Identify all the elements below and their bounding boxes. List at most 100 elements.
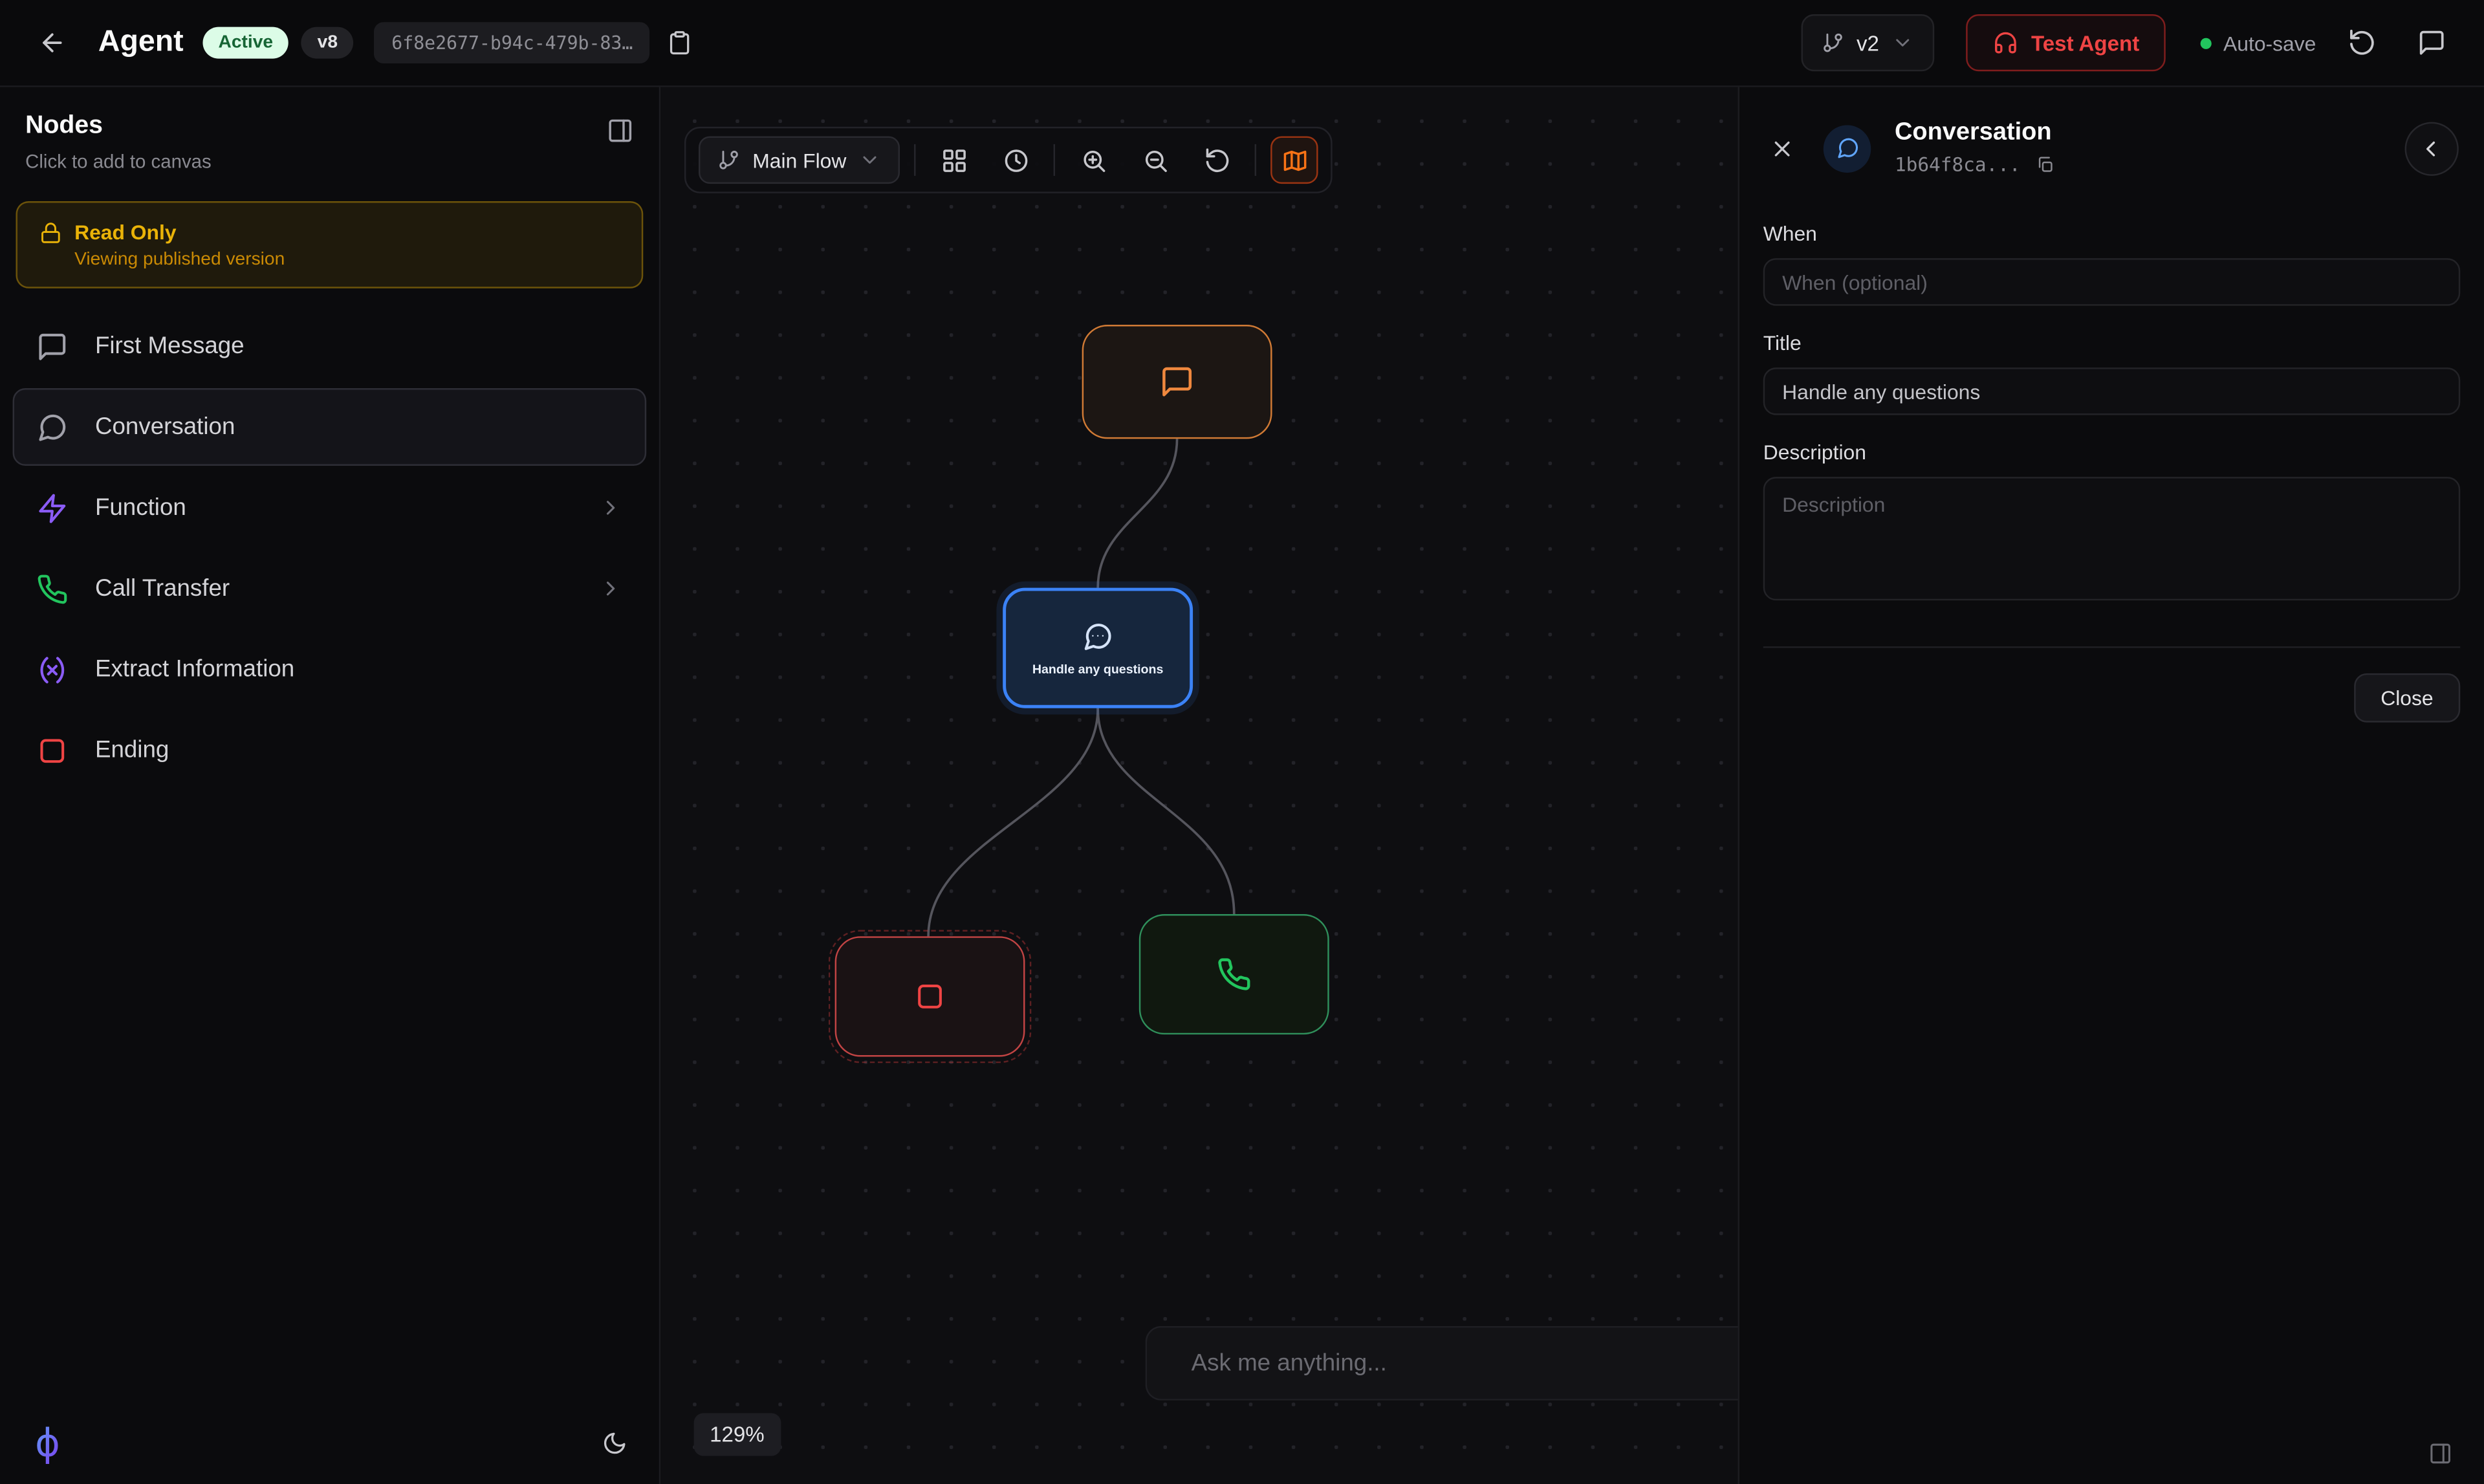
- panel-title-group: Conversation 1b64f8ca...: [1895, 119, 2058, 178]
- headphones-icon: [1993, 30, 2018, 56]
- node-call-transfer[interactable]: [1139, 914, 1329, 1034]
- chevron-down-icon: [859, 149, 881, 171]
- sidebar-item-extract-information[interactable]: Extract Information: [13, 631, 647, 708]
- lock-icon: [39, 221, 61, 243]
- node-config-panel: Conversation 1b64f8ca...: [1738, 87, 2484, 1484]
- message-square-icon: [2417, 28, 2446, 57]
- copy-id-button[interactable]: [657, 19, 704, 66]
- sidebar-header: Nodes Click to add to canvas: [0, 87, 659, 182]
- status-badge: Active: [202, 27, 289, 59]
- close-button[interactable]: Close: [2354, 673, 2461, 723]
- message-circle-icon: [36, 411, 68, 443]
- main-area: Nodes Click to add to canvas Read Only V…: [0, 87, 2484, 1484]
- toolbar-divider: [1255, 144, 1256, 176]
- chat-button[interactable]: [2408, 19, 2455, 66]
- sidebar-item-label: Extract Information: [95, 656, 623, 683]
- zoom-in-icon: [1080, 147, 1107, 174]
- sidebar-footer: ϕ: [0, 1405, 659, 1484]
- toolbar-divider: [915, 144, 916, 176]
- sidebar-item-first-message[interactable]: First Message: [13, 307, 647, 385]
- svg-text:ϕ: ϕ: [35, 1421, 60, 1465]
- map-icon: [1281, 147, 1309, 174]
- square-icon: [36, 734, 68, 766]
- version-badge: v8: [301, 27, 353, 59]
- flow-canvas[interactable]: Main Flow: [660, 87, 1738, 1484]
- autosave-label: Auto-save: [2223, 31, 2316, 55]
- readonly-subtitle: Viewing published version: [74, 250, 619, 269]
- node-conversation-selected[interactable]: Handle any questions: [1003, 588, 1193, 708]
- history-button[interactable]: [992, 136, 1040, 184]
- minimap-toggle-button[interactable]: [1271, 136, 1318, 184]
- rotate-ccw-icon: [2348, 28, 2376, 57]
- sidebar-item-label: Function: [95, 494, 572, 521]
- edge-conversation-to-call: [1098, 708, 1234, 914]
- test-agent-label: Test Agent: [2031, 31, 2139, 55]
- topbar: Agent Active v8 6f8e2677-b94c-479b-83… v…: [0, 0, 2484, 87]
- sidebar-item-label: Conversation: [95, 413, 623, 441]
- sidebar-item-label: First Message: [95, 333, 623, 360]
- zoom-out-icon: [1142, 147, 1169, 174]
- flow-selector[interactable]: Main Flow: [699, 136, 900, 184]
- sidebar-collapse-button[interactable]: [602, 113, 637, 147]
- page-title: Agent: [98, 25, 184, 60]
- sidebar-item-conversation[interactable]: Conversation: [13, 388, 647, 466]
- sidebar-item-label: Call Transfer: [95, 575, 572, 602]
- phone-icon: [1217, 957, 1252, 992]
- undo-button[interactable]: [2338, 19, 2386, 66]
- description-label: Description: [1763, 441, 2461, 464]
- sidebar-title: Nodes: [25, 113, 633, 141]
- panel-collapse-button[interactable]: [2405, 121, 2459, 175]
- readonly-title: Read Only: [74, 220, 176, 244]
- readonly-banner: Read Only Viewing published version: [16, 201, 643, 289]
- reset-view-button[interactable]: [1193, 136, 1241, 184]
- zoom-in-button[interactable]: [1070, 136, 1117, 184]
- clipboard-icon: [668, 30, 693, 56]
- back-button[interactable]: [28, 19, 76, 66]
- zoom-out-button[interactable]: [1131, 136, 1179, 184]
- node-first-message[interactable]: [1082, 325, 1272, 439]
- description-input[interactable]: [1763, 477, 2461, 600]
- panel-close-icon-button[interactable]: [1765, 131, 1800, 166]
- topbar-right: v2 Test Agent Auto-save: [1801, 14, 2456, 71]
- when-input[interactable]: [1763, 258, 2461, 305]
- autosave-status-dot: [2201, 38, 2212, 49]
- node-ending[interactable]: [835, 936, 1025, 1056]
- message-square-icon: [1160, 364, 1195, 399]
- ask-anything-input[interactable]: [1192, 1350, 1703, 1377]
- rotate-ccw-icon: [1204, 147, 1231, 174]
- phone-icon: [36, 573, 68, 604]
- flow-edges: [660, 87, 1738, 1484]
- node-title: Handle any questions: [1032, 661, 1164, 675]
- sidebar-item-function[interactable]: Function: [13, 469, 647, 547]
- sidebar-item-call-transfer[interactable]: Call Transfer: [13, 550, 647, 627]
- message-square-icon: [36, 331, 68, 362]
- toolbar-divider: [1054, 144, 1055, 176]
- flow-version-selector[interactable]: v2: [1801, 14, 1934, 71]
- panel-title: Conversation: [1895, 119, 2058, 147]
- moon-icon: [602, 1430, 627, 1456]
- git-branch-icon: [1822, 32, 1844, 54]
- ask-anything-bar: [1146, 1326, 1738, 1401]
- theme-toggle-button[interactable]: [596, 1424, 634, 1463]
- square-icon: [914, 981, 946, 1012]
- test-agent-button[interactable]: Test Agent: [1966, 14, 2166, 71]
- readonly-title-row: Read Only: [39, 220, 619, 244]
- agent-id-field[interactable]: 6f8e2677-b94c-479b-83…: [374, 22, 650, 63]
- zoom-level-badge[interactable]: 129%: [694, 1413, 781, 1456]
- node-id: 1b64f8ca...: [1895, 154, 2021, 176]
- sidebar-item-ending[interactable]: Ending: [13, 712, 647, 789]
- panel-form: When Title Description: [1739, 197, 2484, 609]
- title-input[interactable]: [1763, 367, 2461, 415]
- arrow-left-icon: [38, 28, 67, 57]
- sidebar-subtitle: Click to add to canvas: [25, 151, 633, 173]
- flow-version-label: v2: [1857, 31, 1879, 55]
- flow-selector-label: Main Flow: [752, 148, 846, 172]
- auto-layout-button[interactable]: [930, 136, 977, 184]
- copy-node-id-button[interactable]: [2033, 152, 2058, 177]
- chevron-right-icon: [599, 576, 623, 600]
- message-circle-icon: [1835, 136, 1859, 160]
- panel-right-icon[interactable]: [2428, 1442, 2452, 1466]
- panel-header: Conversation 1b64f8ca...: [1739, 87, 2484, 197]
- variable-icon: [36, 653, 68, 685]
- chevron-down-icon: [1892, 32, 1914, 54]
